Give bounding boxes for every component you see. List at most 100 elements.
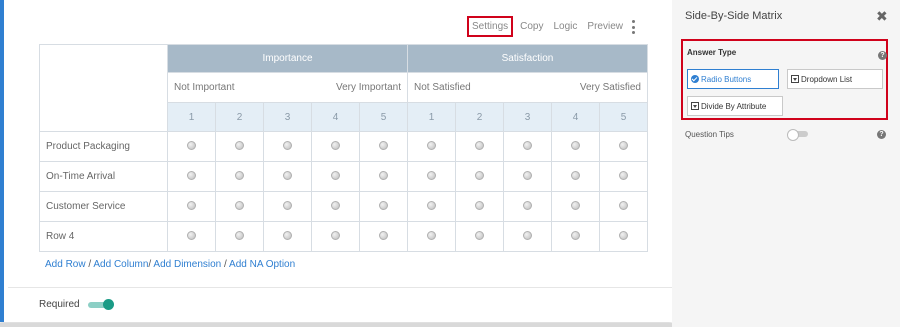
radio-button[interactable] (235, 230, 244, 240)
radio-button[interactable] (619, 170, 628, 180)
scale-number: 3 (503, 102, 552, 132)
radio-button[interactable] (331, 230, 340, 240)
required-toggle[interactable] (87, 298, 114, 310)
question-card: Settings Copy Logic Preview Importance S… (0, 0, 676, 322)
radio-button[interactable] (523, 230, 532, 240)
radio-button[interactable] (235, 170, 244, 180)
radio-button[interactable] (235, 200, 244, 210)
radio-button[interactable] (571, 200, 580, 210)
radio-button[interactable] (475, 200, 484, 210)
radio-button[interactable] (331, 170, 340, 180)
radio-button[interactable] (187, 140, 196, 150)
row-label[interactable]: Row 4 (39, 221, 168, 252)
kebab-icon[interactable] (632, 20, 636, 34)
panel-title: Side-By-Side Matrix (685, 10, 783, 22)
radio-button[interactable] (187, 200, 196, 210)
radio-cell (359, 131, 408, 162)
radio-cell (167, 131, 216, 162)
link-separator: / (224, 259, 227, 270)
radio-buttons-option[interactable]: Radio Buttons (687, 69, 779, 89)
scale-number: 5 (599, 102, 648, 132)
radio-button[interactable] (379, 230, 388, 240)
radio-button[interactable] (283, 230, 292, 240)
scale-number: 4 (311, 102, 360, 132)
scale-low-label: Not Satisfied (414, 82, 471, 93)
radio-cell (263, 221, 312, 252)
radio-button[interactable] (427, 230, 436, 240)
settings-link[interactable]: Settings (467, 15, 514, 37)
radio-cell (407, 191, 456, 222)
radio-button[interactable] (187, 170, 196, 180)
dimension-header: Satisfaction (407, 44, 648, 73)
radio-button[interactable] (571, 140, 580, 150)
radio-button[interactable] (475, 140, 484, 150)
radio-button[interactable] (475, 170, 484, 180)
option-label: Dropdown List (801, 74, 853, 84)
radio-cell (551, 191, 600, 222)
add-dimension-link[interactable]: Add Dimension (153, 259, 221, 270)
dropdown-icon (691, 102, 699, 110)
radio-button[interactable] (523, 140, 532, 150)
radio-button[interactable] (331, 140, 340, 150)
radio-cell (599, 161, 648, 192)
radio-button[interactable] (235, 140, 244, 150)
radio-button[interactable] (619, 140, 628, 150)
preview-link[interactable]: Preview (587, 21, 623, 32)
row-label[interactable]: Product Packaging (39, 131, 168, 162)
radio-button[interactable] (427, 170, 436, 180)
add-row-link[interactable]: Add Row (45, 259, 86, 270)
radio-button[interactable] (379, 200, 388, 210)
close-icon[interactable]: ✖ (876, 8, 888, 25)
dropdown-icon (791, 75, 799, 83)
option-label: Divide By Attribute (701, 101, 767, 111)
radio-button[interactable] (379, 140, 388, 150)
radio-button[interactable] (331, 200, 340, 210)
scale-number: 1 (407, 102, 456, 132)
radio-button[interactable] (427, 140, 436, 150)
row-label[interactable]: On-Time Arrival (39, 161, 168, 192)
add-column-link[interactable]: Add Column (93, 259, 148, 270)
radio-cell (551, 131, 600, 162)
radio-button[interactable] (523, 170, 532, 180)
radio-button[interactable] (619, 230, 628, 240)
radio-button[interactable] (619, 200, 628, 210)
radio-cell (311, 161, 360, 192)
option-label: Radio Buttons (701, 74, 752, 84)
link-separator: / (148, 259, 152, 270)
row-label[interactable]: Customer Service (39, 191, 168, 222)
radio-button[interactable] (283, 200, 292, 210)
question-toolbar: Settings Copy Logic Preview (467, 14, 633, 38)
dropdown-list-option[interactable]: Dropdown List (787, 69, 883, 89)
radio-cell (215, 191, 264, 222)
radio-button[interactable] (523, 200, 532, 210)
scale-number: 2 (215, 102, 264, 132)
radio-cell (407, 221, 456, 252)
radio-cell (455, 131, 504, 162)
copy-link[interactable]: Copy (520, 21, 543, 32)
table-row: On-Time Arrival (39, 161, 648, 192)
radio-button[interactable] (427, 200, 436, 210)
radio-cell (167, 191, 216, 222)
help-icon[interactable]: ? (877, 130, 886, 139)
radio-cell (599, 191, 648, 222)
add-na-option-link[interactable]: Add NA Option (229, 259, 295, 270)
table-row: Product Packaging (39, 131, 648, 162)
radio-button[interactable] (571, 230, 580, 240)
radio-cell (215, 161, 264, 192)
help-icon[interactable]: ? (878, 51, 887, 60)
matrix-corner (39, 44, 168, 132)
logic-link[interactable]: Logic (554, 21, 578, 32)
radio-button[interactable] (379, 170, 388, 180)
question-tips-toggle[interactable] (787, 129, 808, 141)
radio-button[interactable] (475, 230, 484, 240)
radio-cell (311, 131, 360, 162)
radio-button[interactable] (283, 140, 292, 150)
radio-button[interactable] (283, 170, 292, 180)
answer-type-label: Answer Type (687, 48, 737, 57)
radio-button[interactable] (571, 170, 580, 180)
radio-cell (359, 191, 408, 222)
scale-number: 3 (263, 102, 312, 132)
divide-by-attribute-option[interactable]: Divide By Attribute (687, 96, 783, 116)
answer-type-group: Answer Type ? Radio Buttons Dropdown Lis… (681, 39, 888, 120)
radio-button[interactable] (187, 230, 196, 240)
